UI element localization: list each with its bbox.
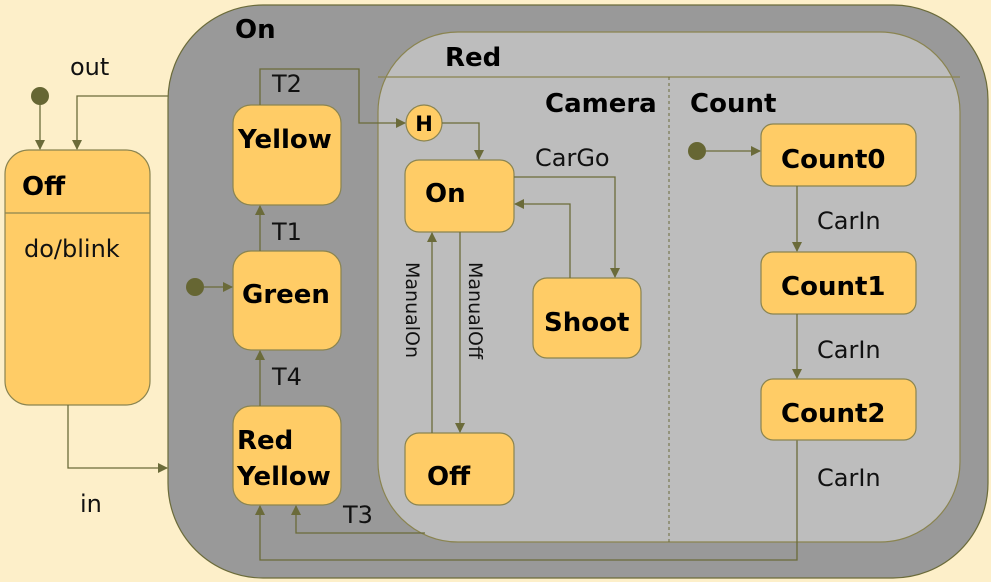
region-count-label: Count: [690, 89, 776, 119]
history-label: H: [415, 112, 433, 136]
state-on-label: On: [235, 15, 276, 45]
state-count1-label: Count1: [781, 272, 885, 302]
region-camera-label: Camera: [545, 89, 657, 119]
transition-t3-label: T3: [342, 501, 373, 529]
transition-carin-label-2: CarIn: [817, 464, 881, 492]
transition-manual-on-label: ManualOn: [401, 262, 423, 358]
state-red-yellow-label-1: Red: [237, 426, 293, 456]
state-red-yellow-label-2: Yellow: [236, 462, 331, 492]
state-camera-off-label: Off: [427, 462, 471, 492]
state-count2[interactable]: Count2: [760, 378, 917, 441]
transition-t4-label: T4: [271, 363, 302, 391]
state-off-label: Off: [22, 172, 66, 202]
state-green-label: Green: [242, 280, 330, 310]
state-off-activity: do/blink: [24, 235, 120, 263]
state-camera-off[interactable]: Off: [404, 432, 515, 506]
transition-carin-label-0: CarIn: [817, 207, 881, 235]
state-yellow-label: Yellow: [237, 125, 332, 155]
history-pseudostate[interactable]: H: [405, 104, 443, 142]
initial-pseudostate-top: [31, 87, 49, 105]
state-camera-on-label: On: [425, 179, 466, 209]
state-shoot-label: Shoot: [544, 308, 629, 338]
state-diagram: Off do/blink On out in Red Camera Count …: [0, 0, 991, 582]
transition-out-label: out: [70, 53, 109, 81]
transition-t1-label: T1: [271, 218, 302, 246]
initial-pseudostate-on: [186, 278, 204, 296]
transition-manual-off-label: ManualOff: [464, 262, 486, 360]
transition-in-label: in: [80, 490, 102, 518]
state-count0-label: Count0: [781, 145, 885, 175]
transition-t2-label: T2: [271, 70, 302, 98]
state-off[interactable]: Off do/blink: [4, 149, 151, 406]
state-green[interactable]: Green: [232, 250, 342, 351]
state-red-label: Red: [445, 43, 501, 73]
state-shoot[interactable]: Shoot: [532, 277, 642, 359]
state-count0[interactable]: Count0: [760, 123, 917, 187]
state-camera-on[interactable]: On: [404, 159, 515, 233]
state-count2-label: Count2: [781, 399, 885, 429]
transition-cargo-label: CarGo: [535, 144, 610, 172]
state-red-yellow[interactable]: Red Yellow: [232, 405, 342, 506]
transition-carin-label-1: CarIn: [817, 336, 881, 364]
initial-pseudostate-count: [688, 142, 706, 160]
state-count1[interactable]: Count1: [760, 251, 917, 315]
state-yellow[interactable]: Yellow: [232, 104, 342, 206]
